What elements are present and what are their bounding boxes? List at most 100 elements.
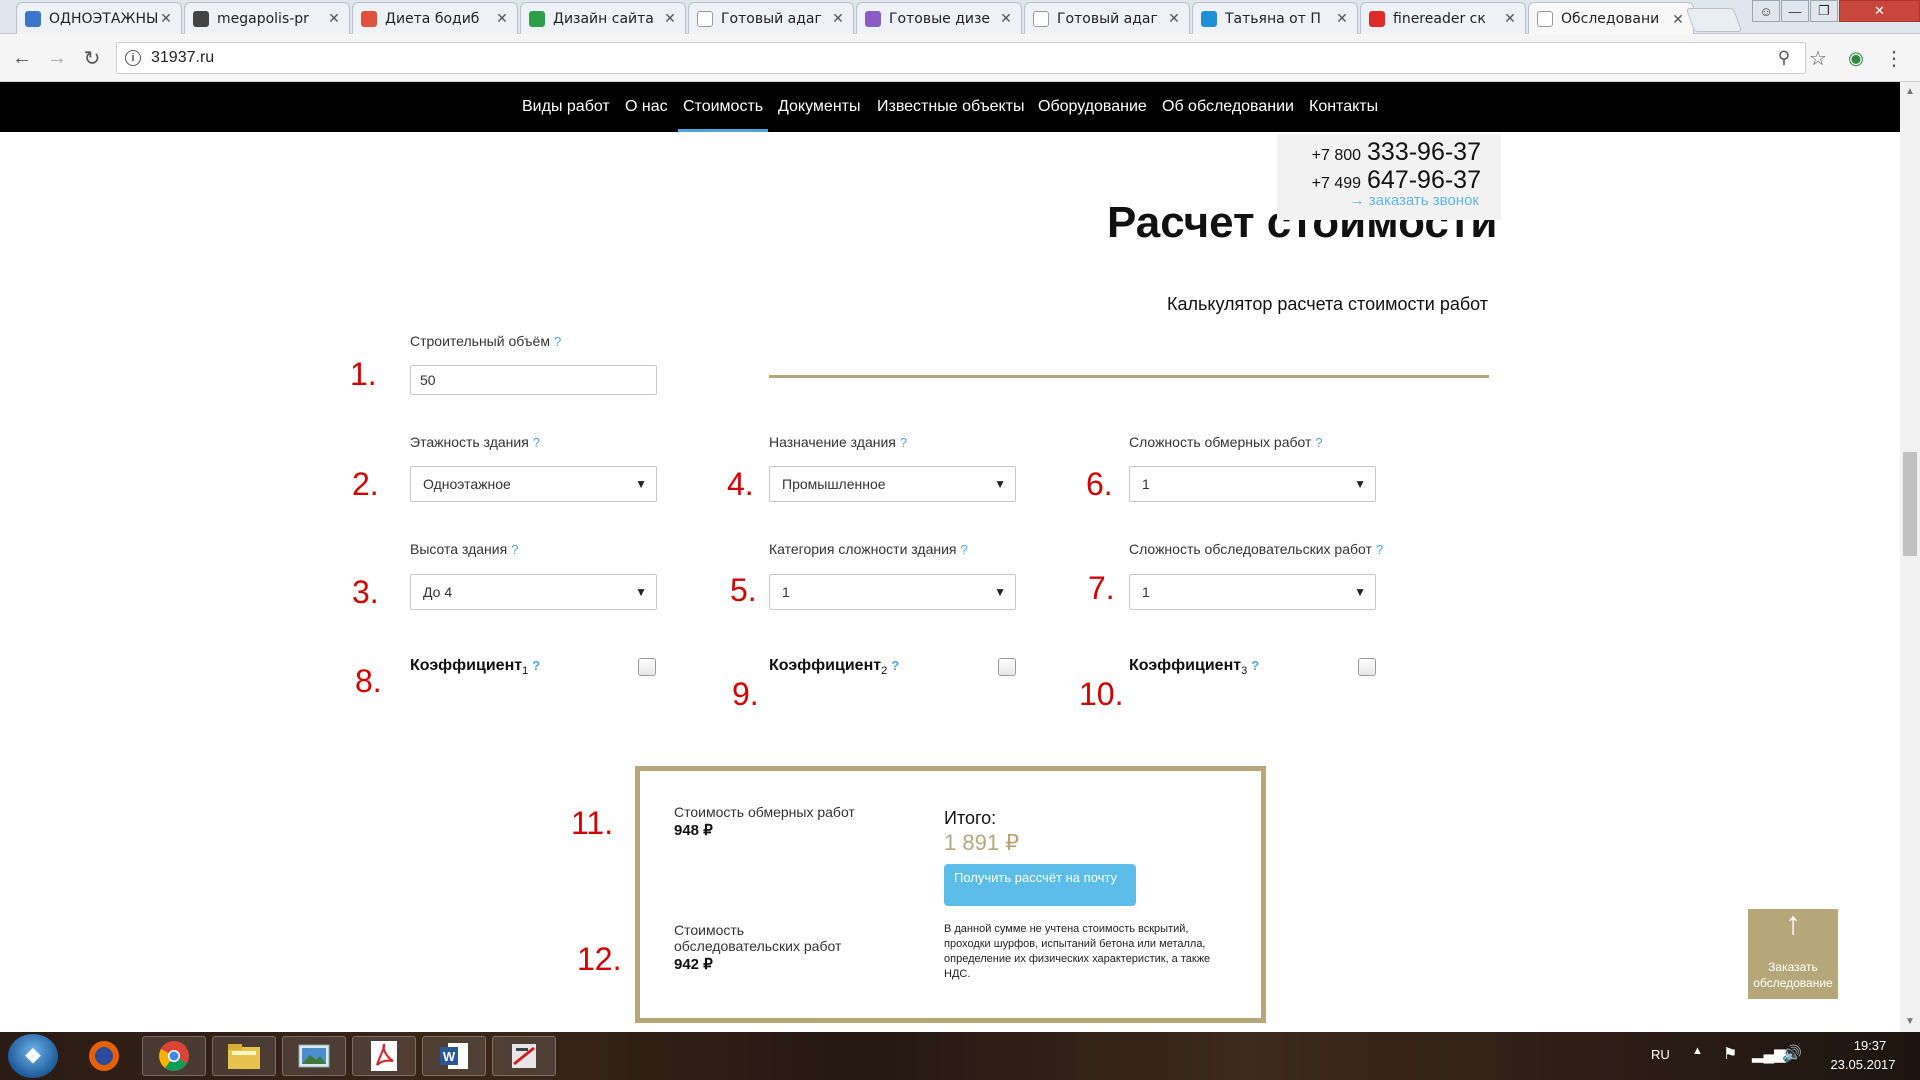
restore-button[interactable]: ❐	[1810, 0, 1838, 22]
category-select[interactable]: 1 ▼	[769, 574, 1016, 610]
tab-close-icon[interactable]: ✕	[663, 10, 677, 27]
site-info-icon[interactable]: i	[125, 50, 141, 66]
nav-item-known-objects[interactable]: Известные объекты	[877, 82, 1025, 132]
volume-icon[interactable]: 🔊	[1782, 1044, 1802, 1064]
nav-item-about-survey[interactable]: Об обследовании	[1162, 82, 1294, 132]
survey-cost-label-2: обследовательских работ	[674, 938, 842, 954]
acrobat-icon[interactable]	[352, 1036, 416, 1076]
nav-item-pricing[interactable]: Стоимость	[678, 82, 769, 132]
phone-2-number[interactable]: 647-96-37	[1367, 166, 1481, 194]
help-icon[interactable]: ?	[1376, 542, 1383, 557]
category-label: Категория сложности здания?	[769, 541, 968, 557]
close-window-button[interactable]: ✕	[1839, 0, 1920, 22]
clock-date[interactable]: 23.05.2017	[1823, 1057, 1903, 1072]
browser-tab[interactable]: Обследовани ✕	[1528, 2, 1694, 35]
forward-icon[interactable]: →	[43, 44, 71, 72]
phone-1-number[interactable]: 333-96-37	[1367, 138, 1481, 166]
action-center-flag-icon[interactable]: ⚑	[1723, 1044, 1737, 1064]
language-indicator[interactable]: RU	[1651, 1047, 1670, 1062]
coefficient-3-checkbox[interactable]	[1358, 658, 1376, 676]
tab-close-icon[interactable]: ✕	[159, 10, 173, 27]
help-icon[interactable]: ?	[532, 658, 540, 673]
height-select[interactable]: До 4 ▼	[410, 574, 657, 610]
tab-close-icon[interactable]: ✕	[1167, 10, 1181, 27]
help-icon[interactable]: ?	[1315, 435, 1322, 450]
nav-item-contacts[interactable]: Контакты	[1309, 82, 1378, 132]
coefficient-1-checkbox[interactable]	[638, 658, 656, 676]
nav-item-documents[interactable]: Документы	[778, 82, 860, 132]
firefox-icon[interactable]	[72, 1036, 136, 1076]
network-signal-icon[interactable]: ▂▄▆	[1752, 1045, 1786, 1063]
cost-disclaimer: В данной сумме не учтена стоимость вскры…	[944, 923, 1211, 980]
browser-tab[interactable]: Готовый адаг ✕	[688, 2, 854, 34]
new-tab-button[interactable]	[1685, 8, 1743, 32]
nav-item-about[interactable]: О нас	[625, 82, 668, 132]
word-icon[interactable]: W	[422, 1036, 486, 1076]
nav-item-work-types[interactable]: Виды работ	[522, 82, 610, 132]
browser-tab[interactable]: finereader ск ✕	[1360, 2, 1526, 34]
bookmark-star-icon[interactable]: ☆	[1804, 44, 1832, 72]
help-icon[interactable]: ?	[511, 542, 518, 557]
callback-link[interactable]: → заказать звонок	[1350, 192, 1479, 209]
browser-tab[interactable]: Диета бодиб ✕	[352, 2, 518, 34]
nav-item-equipment[interactable]: Оборудование	[1038, 82, 1147, 132]
browser-tab[interactable]: megapolis-pr ✕	[184, 2, 350, 34]
tray-expand-icon[interactable]: ▲	[1692, 1045, 1703, 1057]
help-icon[interactable]: ?	[900, 435, 907, 450]
zoom-icon[interactable]: ⚲	[1770, 44, 1798, 72]
get-calculation-by-email-button[interactable]: Получить рассчёт на почту	[944, 864, 1136, 906]
browser-tab[interactable]: Татьяна от П ✕	[1192, 2, 1358, 34]
help-icon[interactable]: ?	[1251, 658, 1259, 673]
browser-tab[interactable]: Дизайн сайта ✕	[520, 2, 686, 34]
tab-close-icon[interactable]: ✕	[999, 10, 1013, 27]
tab-close-icon[interactable]: ✕	[1503, 10, 1517, 27]
coefficient-2-checkbox[interactable]	[998, 658, 1016, 676]
browser-tab[interactable]: Готовые дизе ✕	[856, 2, 1022, 34]
tab-close-icon[interactable]: ✕	[1671, 11, 1685, 28]
minimize-button[interactable]: —	[1781, 0, 1809, 22]
page-icon	[697, 10, 713, 27]
purpose-select[interactable]: Промышленное ▼	[769, 466, 1016, 502]
doc-icon	[25, 10, 41, 27]
page-scrollbar[interactable]	[1900, 82, 1920, 1032]
phone-2-prefix: +7 499	[1311, 175, 1362, 192]
tab-close-icon[interactable]: ✕	[327, 10, 341, 27]
tab-close-icon[interactable]: ✕	[1335, 10, 1349, 27]
url-text: 31937.ru	[151, 49, 215, 66]
browser-toolbar: ← → ↻ i 31937.ru ⚲ ☆ ◉ ⋮	[0, 34, 1920, 82]
measure-complexity-select[interactable]: 1 ▼	[1129, 466, 1376, 502]
scrollbar-thumb[interactable]	[1903, 452, 1917, 556]
chrome-icon[interactable]	[142, 1036, 206, 1076]
volume-input[interactable]: 50	[410, 365, 657, 395]
floors-select[interactable]: Одноэтажное ▼	[410, 466, 657, 502]
help-icon[interactable]: ?	[554, 334, 561, 349]
scroll-down-icon[interactable]: ▼	[1905, 1016, 1915, 1027]
order-survey-button[interactable]: ↑ Заказать обследование	[1748, 907, 1838, 999]
user-profile-button[interactable]: ☺	[1752, 0, 1780, 22]
app-icon[interactable]	[492, 1036, 556, 1076]
reload-icon[interactable]: ↻	[78, 44, 106, 72]
clock-time[interactable]: 19:37	[1840, 1038, 1900, 1053]
browser-tab-title: Татьяна от П	[1225, 10, 1321, 27]
help-icon[interactable]: ?	[891, 658, 899, 673]
photo-viewer-icon[interactable]	[282, 1036, 346, 1076]
windows-start-icon[interactable]: ❖	[8, 1034, 58, 1078]
site-icon	[865, 10, 881, 27]
survey-complexity-select[interactable]: 1 ▼	[1129, 574, 1376, 610]
survey-complexity-label: Сложность обследовательских работ?	[1129, 541, 1384, 557]
chrome-menu-icon[interactable]: ⋮	[1880, 44, 1908, 72]
browser-tab[interactable]: ОДНОЭТАЖНЫ ✕	[16, 2, 182, 34]
browser-tab[interactable]: Готовый адаг ✕	[1024, 2, 1190, 34]
explorer-icon[interactable]	[212, 1036, 276, 1076]
help-icon[interactable]: ?	[533, 435, 540, 450]
total-label: Итого:	[944, 808, 997, 828]
extension-globe-icon[interactable]: ◉	[1842, 44, 1870, 72]
dropdown-caret-icon: ▼	[994, 477, 1006, 491]
scroll-up-icon[interactable]: ▲	[1905, 86, 1915, 97]
back-icon[interactable]: ←	[8, 44, 36, 72]
tab-close-icon[interactable]: ✕	[831, 10, 845, 27]
help-icon[interactable]: ?	[961, 542, 968, 557]
address-bar[interactable]: i 31937.ru	[116, 42, 1806, 74]
page-icon	[1033, 10, 1049, 27]
tab-close-icon[interactable]: ✕	[495, 10, 509, 27]
